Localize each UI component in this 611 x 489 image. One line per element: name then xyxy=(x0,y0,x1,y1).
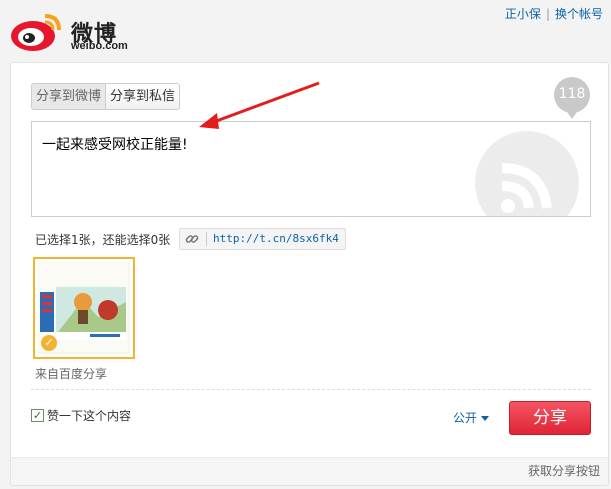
weibo-logo[interactable]: 微博 weibo.com xyxy=(9,8,139,54)
like-row: ✓ 赞一下这个内容 xyxy=(31,407,131,424)
char-counter: 118 xyxy=(554,77,590,119)
footer: 获取分享按钮 xyxy=(11,457,608,485)
chevron-down-icon xyxy=(481,416,490,421)
checkmark-icon: ✓ xyxy=(41,335,57,351)
divider xyxy=(31,389,591,390)
weibo-watermark-icon xyxy=(475,131,579,216)
header-links: 正小保 | 换个帐号 xyxy=(505,5,603,22)
tab-share-to-private-message[interactable]: 分享到私信 xyxy=(105,83,181,110)
short-url-chip[interactable]: http://t.cn/8sx6fk4 xyxy=(179,228,346,250)
thumbnail-image: ✓ xyxy=(38,262,130,354)
visibility-dropdown[interactable]: 公开 xyxy=(453,409,490,426)
tab-share-to-weibo[interactable]: 分享到微博 xyxy=(31,83,106,110)
header: 微博 weibo.com 正小保 | 换个帐号 xyxy=(0,0,611,60)
chip-divider xyxy=(206,232,207,246)
post-textarea[interactable]: 一起来感受网校正能量! xyxy=(31,121,591,217)
visibility-label: 公开 xyxy=(453,411,478,425)
source-label: 来自百度分享 xyxy=(35,367,108,381)
share-tabs: 分享到微博 分享到私信 xyxy=(31,83,181,111)
share-button[interactable]: 分享 xyxy=(509,401,591,435)
switch-account-link[interactable]: 换个帐号 xyxy=(555,7,603,21)
short-url: http://t.cn/8sx6fk4 xyxy=(213,232,339,245)
user-link[interactable]: 正小保 xyxy=(505,7,541,21)
post-text: 一起来感受网校正能量! xyxy=(42,137,188,153)
weibo-eye-icon xyxy=(11,14,61,51)
selected-image-thumbnail[interactable]: ✓ xyxy=(33,257,135,359)
like-label[interactable]: 赞一下这个内容 xyxy=(47,407,131,424)
get-share-button-link[interactable]: 获取分享按钮 xyxy=(528,464,600,478)
separator: | xyxy=(545,7,550,21)
share-dialog: 分享到微博 分享到私信 118 一起来感受网校正能量! 已选择1张，还能选择0张… xyxy=(10,62,609,486)
link-icon xyxy=(185,235,199,243)
logo-domain: weibo.com xyxy=(71,40,128,52)
like-checkbox[interactable]: ✓ xyxy=(31,409,44,422)
selection-info: 已选择1张，还能选择0张 xyxy=(35,233,171,247)
